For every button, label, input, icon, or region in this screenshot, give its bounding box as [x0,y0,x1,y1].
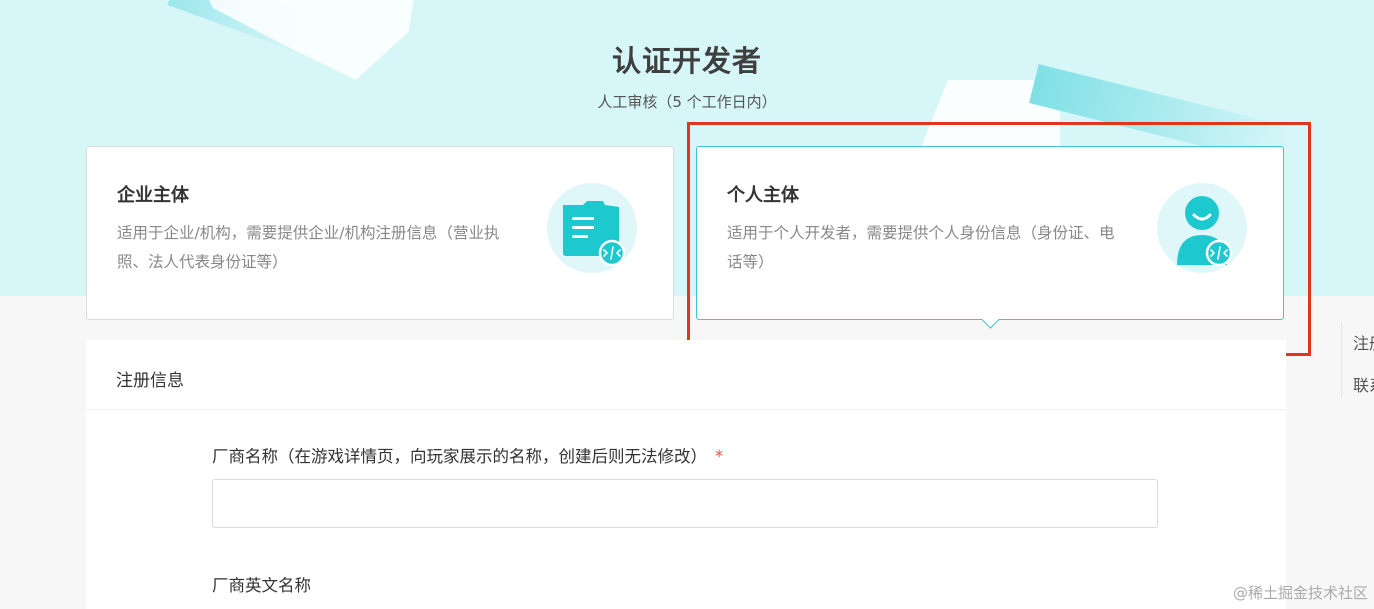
card-description: 适用于企业/机构，需要提供企业/机构注册信息（营业执照、法人代表身份证等） [117,224,500,271]
vendor-english-name-label: 厂商英文名称 [212,576,311,595]
required-mark: * [715,447,724,466]
annotation-highlight-box [687,122,1311,356]
vendor-name-label: 厂商名称（在游戏详情页，向玩家展示的名称，创建后则无法修改） * [212,447,724,466]
section-title: 注册信息 [116,371,184,391]
enterprise-entity-card[interactable]: 企业主体 适用于企业/机构，需要提供企业/机构注册信息（营业执照、法人代表身份证… [86,146,674,320]
document-code-icon [547,183,637,273]
side-nav-item-registration[interactable]: 注册信息 [1353,330,1374,354]
side-nav-item-contact[interactable]: 联系方式 [1353,372,1374,396]
section-header: 注册信息 [86,340,1286,410]
page-subtitle: 人工审核（5 个工作日内） [597,93,777,111]
vendor-name-input[interactable] [212,479,1158,528]
side-anchor-nav: 注册信息 联系方式 [1341,322,1374,398]
watermark: @稀土掘金技术社区 [1232,584,1368,602]
card-title: 企业主体 [117,185,189,206]
registration-form-panel: 注册信息 厂商名称（在游戏详情页，向玩家展示的名称，创建后则无法修改） * 厂商英… [86,340,1286,609]
page-title: 认证开发者 [611,44,762,78]
